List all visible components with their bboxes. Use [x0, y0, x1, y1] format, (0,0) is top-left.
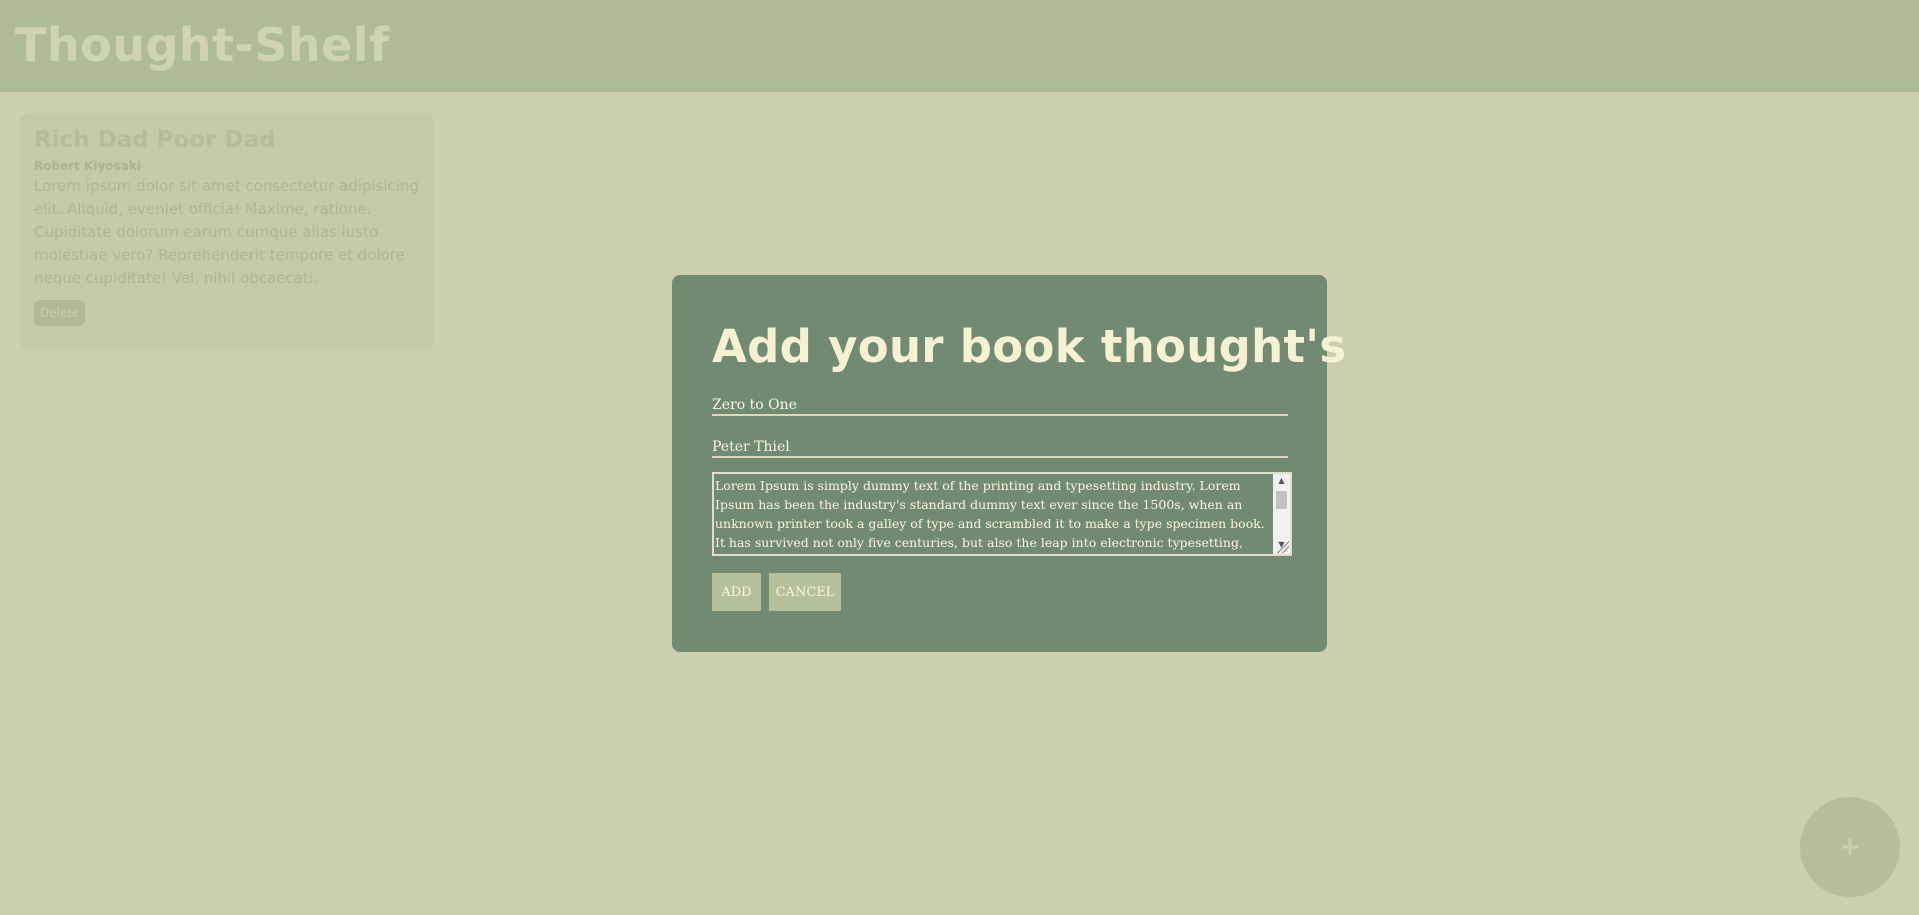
book-author-input[interactable] [712, 438, 1288, 458]
add-thought-button[interactable]: + [1800, 797, 1900, 897]
add-button[interactable]: ADD [712, 573, 761, 611]
cancel-button[interactable]: CANCEL [769, 573, 841, 611]
modal-title: Add your book thought's [712, 320, 1347, 373]
thought-textarea-text: Lorem Ipsum is simply dummy text of the … [715, 478, 1265, 550]
app-header: Thought-Shelf [0, 0, 1919, 92]
app: Thought-Shelf Rich Dad Poor Dad Robert K… [0, 0, 1919, 915]
app-title: Thought-Shelf [15, 18, 390, 72]
delete-button[interactable]: Delete [34, 299, 86, 326]
add-thought-modal: Add your book thought's Lorem Ipsum is s… [672, 275, 1346, 652]
book-title-input[interactable] [712, 396, 1288, 416]
resize-grip-icon[interactable] [1277, 541, 1289, 553]
thought-textarea[interactable]: Lorem Ipsum is simply dummy text of the … [712, 472, 1292, 556]
scrollbar-thumb[interactable] [1276, 491, 1287, 509]
book-card: Rich Dad Poor Dad Robert Kiyosaki Lorem … [20, 113, 434, 349]
book-card-text: Lorem ipsum dolor sit amet consectetur a… [34, 176, 420, 287]
book-card-author: Robert Kiyosaki [34, 158, 141, 173]
scroll-up-icon[interactable]: ▲ [1273, 474, 1290, 488]
plus-icon: + [1839, 832, 1861, 862]
book-card-title: Rich Dad Poor Dad [34, 127, 276, 153]
